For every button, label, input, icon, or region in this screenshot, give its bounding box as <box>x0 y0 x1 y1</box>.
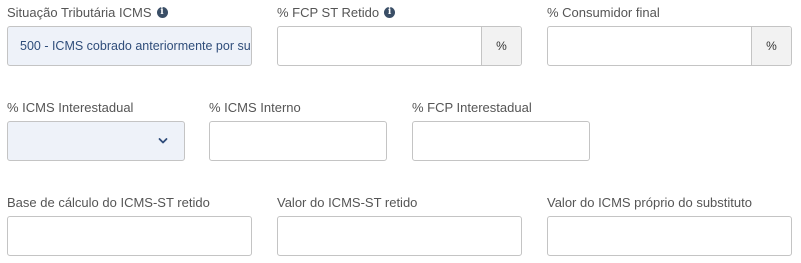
consumidor-final-label: % Consumidor final <box>547 4 660 20</box>
valor-icms-st-input[interactable] <box>278 217 521 255</box>
valor-icms-st-field <box>277 216 522 256</box>
valor-icms-proprio-label: Valor do ICMS próprio do substituto <box>547 194 752 210</box>
chevron-down-icon <box>158 138 168 144</box>
fcp-st-retido-label: % FCP ST Retido i <box>277 4 396 20</box>
consumidor-final-input[interactable] <box>548 27 751 65</box>
icms-interno-input[interactable] <box>210 122 386 160</box>
percent-addon: % <box>481 27 521 65</box>
base-calculo-input[interactable] <box>8 217 251 255</box>
info-icon[interactable]: i <box>156 6 168 18</box>
situacao-tributaria-select[interactable]: 500 - ICMS cobrado anteriormente por sub… <box>7 26 252 66</box>
situacao-tributaria-label: Situação Tributária ICMS i <box>7 4 168 20</box>
percent-addon: % <box>751 27 791 65</box>
fcp-interestadual-field <box>412 121 590 161</box>
base-calculo-label: Base de cálculo do ICMS-ST retido <box>7 194 210 210</box>
icms-interestadual-select[interactable] <box>7 121 185 161</box>
fcp-interestadual-input[interactable] <box>413 122 589 160</box>
valor-icms-proprio-input[interactable] <box>548 217 791 255</box>
fcp-st-retido-label-text: % FCP ST Retido <box>277 4 380 20</box>
consumidor-final-field: % <box>547 26 792 66</box>
fcp-st-retido-input[interactable] <box>278 27 481 65</box>
icms-interno-field <box>209 121 387 161</box>
situacao-tributaria-value: 500 - ICMS cobrado anteriormente por sub… <box>20 39 251 53</box>
valor-icms-proprio-field <box>547 216 792 256</box>
icms-interno-label: % ICMS Interno <box>209 99 301 115</box>
fcp-interestadual-label: % FCP Interestadual <box>412 99 532 115</box>
icms-interestadual-label: % ICMS Interestadual <box>7 99 134 115</box>
fcp-st-retido-field: % <box>277 26 522 66</box>
base-calculo-field <box>7 216 252 256</box>
info-icon[interactable]: i <box>384 6 396 18</box>
situacao-tributaria-label-text: Situação Tributária ICMS <box>7 4 152 20</box>
valor-icms-st-label: Valor do ICMS-ST retido <box>277 194 418 210</box>
